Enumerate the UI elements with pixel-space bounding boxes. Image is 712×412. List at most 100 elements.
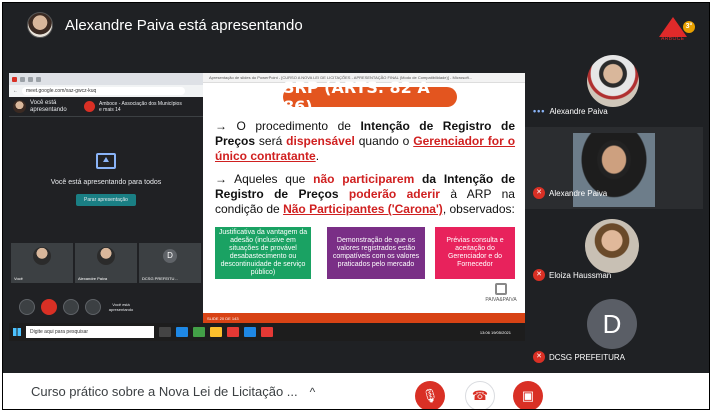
slide-status-bar: SLIDE 20 DE 143	[203, 313, 525, 323]
participant-tile-alexandre-video[interactable]: ✕ Alexandre Paiva	[525, 127, 703, 209]
tab-icon	[12, 76, 17, 82]
chevron-up-icon[interactable]: ^	[310, 385, 316, 399]
text-run: será	[255, 134, 287, 148]
participant-name-row: ✕ DCSG PREFEITURA	[533, 351, 625, 363]
tab-icon	[36, 76, 41, 82]
participant-name-row: ✕ Eloiza Haussman	[533, 269, 611, 281]
mini-participant-tiles: Você Alexandre Paiva D DCSG PREFEITU...	[9, 243, 203, 283]
taskbar-app-icon	[176, 327, 188, 337]
taskbar-search: Digite aqui para pesquisar	[26, 326, 154, 338]
mini-mic-off-icon	[41, 299, 57, 315]
participant-name: Eloiza Haussman	[549, 270, 612, 280]
text-run: Não Participantes ('Carona')	[283, 202, 443, 216]
tab-icon	[28, 76, 33, 82]
participant-tile-dcsg[interactable]: D ✕ DCSG PREFEITURA	[525, 295, 703, 369]
slide-title-banner: SRP (ARTS. 82 A 86)	[283, 78, 457, 116]
participant-name-row: ••• Alexandre Paiva	[533, 106, 608, 116]
mini-present-label: Você está apresentando	[108, 302, 134, 312]
present-area: Você está apresentando para todos Parar …	[9, 117, 203, 242]
mini-tile-label: Você	[14, 276, 23, 281]
powerpoint-icon	[227, 327, 239, 337]
mic-toggle-button[interactable]: 🎙	[415, 381, 445, 409]
mini-org-title: Amboce - Associação dos Municípios	[99, 100, 182, 107]
stop-presenting-button: Parar apresentação	[76, 194, 136, 206]
mini-hangup-icon	[63, 299, 79, 315]
chrome-icon	[210, 327, 222, 337]
mini-tile-label: Alexandre Paiva	[78, 276, 108, 281]
tab-icon	[20, 76, 25, 82]
text-run: → Aqueles que	[215, 172, 314, 186]
participant-name: Alexandre Paiva	[549, 188, 608, 198]
meeting-title[interactable]: Curso prático sobre a Nova Lei de Licita…	[31, 384, 298, 399]
hangup-icon: ☎	[471, 388, 489, 403]
participant-name: Alexandre Paiva	[549, 106, 608, 116]
mic-off-icon: 🎙	[421, 388, 439, 403]
mini-cc-icon	[19, 299, 35, 315]
taskbar-app-icon	[244, 327, 256, 337]
brand-badge: 3°	[683, 21, 695, 33]
participant-avatar	[587, 55, 639, 107]
mini-org-avatar	[84, 101, 95, 112]
participant-avatar	[585, 219, 639, 273]
slide-logo: PAIVA&PAIVA	[483, 283, 519, 307]
slide-box-market-values: Demonstração de que os valores registrad…	[327, 227, 425, 279]
slide-box-prior-consent: Prévias consulta e aceitação do Gerencia…	[435, 227, 515, 279]
participant-tile-alexandre-avatar[interactable]: ••• Alexandre Paiva	[525, 43, 703, 123]
brand-logo: 3° ARBOCE	[659, 17, 695, 43]
slide-paragraph-2: → Aqueles que não participarem da Intenç…	[215, 172, 515, 217]
taskbar-clock: 13:06 19/05/2021	[479, 329, 511, 335]
mini-person-avatar	[33, 247, 51, 265]
windows-taskbar: Digite aqui para pesquisar 13:06 19/05/2…	[9, 323, 525, 341]
brand-label: ARBOCE	[661, 36, 685, 42]
slide-title: SRP (ARTS. 82 A 86)	[283, 78, 430, 116]
mini-org-name: Amboce - Associação dos Municípios e mai…	[99, 101, 182, 113]
mini-controls: Você está apresentando	[9, 295, 203, 319]
text-run: não participarem	[313, 172, 415, 186]
mini-tile: D DCSG PREFEITU...	[139, 243, 201, 283]
present-screen-icon	[96, 153, 116, 169]
slide-body: → O procedimento de Intenção de Registro…	[215, 119, 515, 225]
slide-paragraph-1: → O procedimento de Intenção de Registro…	[215, 119, 515, 164]
camera-off-icon: ▣	[521, 388, 535, 403]
mini-org-sub: e mais 14	[99, 106, 121, 113]
mini-tile: Você	[11, 243, 73, 283]
url-field: meet.google.com/xaz-gwcz-kuq	[22, 87, 185, 95]
mini-tile: Alexandre Paiva	[75, 243, 137, 283]
mic-off-icon: ✕	[533, 351, 545, 363]
text-run: poderão aderir	[348, 187, 440, 201]
participant-tile-eloiza[interactable]: ✕ Eloiza Haussman	[525, 213, 703, 295]
leave-call-button[interactable]: ☎	[465, 381, 495, 409]
text-run: → O procedimento de	[215, 119, 361, 133]
presenter-avatar	[27, 12, 53, 38]
meet-window: Alexandre Paiva está apresentando 3° ARB…	[2, 2, 710, 410]
mini-initial-avatar: D	[163, 249, 177, 263]
camera-toggle-button[interactable]: ▣	[513, 381, 543, 409]
top-bar: Alexandre Paiva está apresentando 3° ARB…	[3, 3, 709, 47]
paiva-logo-icon	[495, 283, 507, 295]
mini-you-presenting: Você está apresentando	[30, 99, 67, 113]
speaking-indicator-icon: •••	[533, 106, 546, 116]
pdf-icon	[261, 327, 273, 337]
browser-url-bar: ← meet.google.com/xaz-gwcz-kuq	[9, 85, 203, 97]
slide-box-justification: Justificativa da vantagem da adesão (inc…	[215, 227, 311, 279]
taskbar-app-icon	[193, 327, 205, 337]
windows-start-icon	[13, 328, 21, 336]
participant-name-row: ✕ Alexandre Paiva	[533, 187, 607, 199]
participant-name: DCSG PREFEITURA	[549, 352, 626, 362]
presenter-text: Alexandre Paiva está apresentando	[65, 16, 303, 34]
text-run: .	[315, 149, 320, 163]
text-run: , observados:	[442, 202, 515, 216]
slide-progress-text: SLIDE 20 DE 143	[207, 315, 239, 321]
bottom-bar: Curso prático sobre a Nova Lei de Licita…	[3, 373, 709, 409]
mini-tile-label: DCSG PREFEITU...	[142, 276, 178, 281]
mini-person-avatar	[97, 247, 115, 265]
mini-meet-header: Você está apresentando Amboce - Associaç…	[9, 97, 203, 117]
browser-tabs	[9, 73, 203, 85]
task-view-icon	[159, 327, 171, 337]
mini-camera-icon	[85, 299, 101, 315]
back-icon: ←	[13, 88, 18, 94]
slide-logo-text: PAIVA&PAIVA	[485, 297, 517, 303]
text-run: quando o	[354, 134, 414, 148]
slide-window: Apresentação de slides do PowerPoint - […	[203, 73, 525, 323]
shared-browser-window: ← meet.google.com/xaz-gwcz-kuq Você está…	[9, 73, 203, 341]
